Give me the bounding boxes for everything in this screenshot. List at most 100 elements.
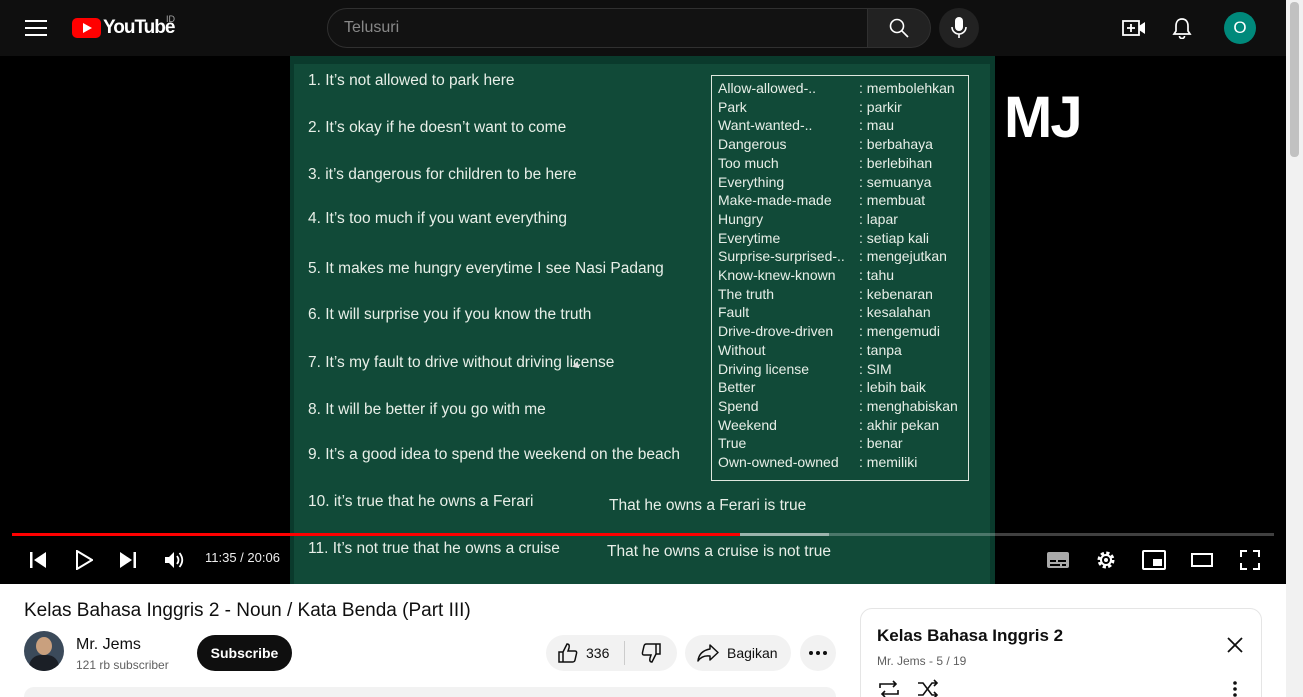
vocab-row: Hungry: lapar	[718, 211, 964, 229]
close-playlist-button[interactable]	[1215, 633, 1255, 657]
vocab-en: Without	[718, 341, 766, 358]
vocab-id: : lapar	[859, 210, 898, 227]
playlist-title[interactable]: Kelas Bahasa Inggris 2	[877, 626, 1063, 646]
rewrite-1: That he owns a Ferari is true	[609, 497, 807, 514]
search-input[interactable]	[344, 9, 844, 47]
search-icon	[889, 18, 909, 38]
rewrite-2: That he owns a cruise is not true	[607, 543, 832, 560]
sentence-9: 9. It’s a good idea to spend the weekend…	[308, 446, 680, 463]
search-button[interactable]	[867, 8, 931, 48]
vocab-row: Allow-allowed-..: membolehkan	[718, 80, 964, 98]
blackboard: 1. It’s not allowed to park here 2. It’s…	[294, 64, 990, 584]
vocab-row: Dangerous: berbahaya	[718, 136, 964, 154]
like-count: 336	[586, 645, 610, 661]
vocab-row: Own-owned-owned: memiliki	[718, 454, 964, 472]
share-label: Bagikan	[727, 645, 778, 661]
page-scrollbar[interactable]	[1286, 0, 1303, 697]
vocab-id: : berlebihan	[859, 154, 933, 171]
dislike-button[interactable]	[625, 635, 677, 671]
sentence-3: 3. it’s dangerous for children to be her…	[308, 166, 577, 183]
vocab-id: : mau	[859, 117, 895, 134]
vocab-en: Own-owned-owned	[718, 454, 839, 470]
vocab-en: Surprise-surprised-..	[718, 248, 845, 265]
channel-name[interactable]: Mr. Jems	[76, 636, 141, 654]
search-box	[327, 8, 868, 48]
miniplayer-icon	[1142, 550, 1166, 570]
close-icon	[1227, 637, 1243, 653]
vocab-id: : mengejutkan	[859, 248, 947, 265]
vocab-id: : benar	[859, 435, 903, 452]
playlist-panel: Kelas Bahasa Inggris 2 Mr. Jems - 5 / 19	[860, 608, 1262, 697]
fullscreen-icon	[1240, 550, 1260, 570]
region-code: ID	[166, 14, 175, 24]
youtube-watch-page: YouTube ID O 1. It’s not allowed to park…	[0, 0, 1303, 697]
vocab-row: Want-wanted-..: mau	[718, 117, 964, 135]
time-display: 11:35 / 20:06	[205, 550, 280, 565]
vocab-id: : kebenaran	[859, 285, 933, 302]
description-box[interactable]	[24, 687, 836, 697]
previous-button[interactable]	[18, 540, 58, 580]
vocab-en: Everything	[718, 173, 785, 190]
like-button[interactable]: 336	[546, 635, 624, 671]
vocab-row: The truth: kebenaran	[718, 286, 964, 304]
vocab-row: Make-made-made: membuat	[718, 192, 964, 210]
sentence-10: 10. it’s true that he owns a Ferari	[308, 493, 534, 510]
loop-playlist-button[interactable]	[877, 679, 901, 697]
playlist-more-button[interactable]	[1225, 679, 1245, 697]
thumbs-up-icon	[558, 643, 578, 663]
sentence-1: 1. It’s not allowed to park here	[308, 72, 515, 89]
video-player[interactable]: 1. It’s not allowed to park here 2. It’s…	[0, 56, 1286, 584]
more-actions-button[interactable]	[800, 635, 836, 671]
watch-metadata: Kelas Bahasa Inggris 2 - Noun / Kata Ben…	[0, 584, 1286, 697]
youtube-play-logo-icon	[72, 18, 101, 38]
fullscreen-button[interactable]	[1230, 540, 1270, 580]
play-icon	[76, 550, 93, 570]
youtube-logo[interactable]: YouTube	[72, 17, 175, 39]
vocab-row: Too much: berlebihan	[718, 155, 964, 173]
vocab-row: Fault: kesalahan	[718, 304, 964, 322]
subscriber-count: 121 rb subscriber	[76, 658, 169, 672]
next-button[interactable]	[108, 540, 148, 580]
notifications-button[interactable]	[1162, 8, 1202, 48]
shuffle-playlist-button[interactable]	[917, 679, 941, 697]
skip-previous-icon	[30, 552, 46, 568]
sentence-4: 4. It’s too much if you want everything	[308, 210, 568, 227]
guide-menu-icon[interactable]	[16, 8, 56, 48]
subtitles-button[interactable]	[1038, 540, 1078, 580]
channel-avatar[interactable]	[24, 631, 64, 671]
share-button[interactable]: Bagikan	[685, 635, 791, 671]
vocab-en: Know-knew-known	[718, 267, 836, 283]
settings-button[interactable]	[1086, 540, 1126, 580]
vocab-en: Drive-drove-driven	[718, 323, 834, 340]
vocab-en: Weekend	[718, 416, 777, 433]
vocab-row: Everything: semuanya	[718, 174, 964, 192]
vocab-id: : akhir pekan	[859, 416, 940, 433]
vocab-id: : membolehkan	[859, 80, 955, 96]
voice-search-button[interactable]	[939, 8, 979, 48]
vocab-id: : tanpa	[859, 341, 902, 358]
vocab-id: : membuat	[859, 192, 926, 209]
progress-played	[12, 533, 741, 536]
subscribe-button[interactable]: Subscribe	[197, 635, 292, 671]
vocab-en: Fault	[718, 304, 750, 321]
mute-button[interactable]	[155, 540, 195, 580]
thumbs-down-icon	[641, 643, 661, 663]
vocab-row: True: benar	[718, 435, 964, 453]
vocab-row: Everytime: setiap kali	[718, 230, 964, 248]
microphone-icon	[951, 17, 967, 38]
vocab-row: Surprise-surprised-.. : mengejutkan	[718, 248, 964, 266]
vocab-id: : menghabiskan	[859, 397, 958, 414]
sentence-7: 7. It’s my fault to drive without drivin…	[308, 354, 615, 371]
account-avatar[interactable]: O	[1224, 12, 1256, 44]
progress-bar[interactable]	[12, 533, 1274, 536]
subtitles-icon	[1047, 552, 1069, 568]
miniplayer-button[interactable]	[1134, 540, 1174, 580]
play-button[interactable]	[64, 540, 104, 580]
sentence-8: 8. It will be better if you go with me	[308, 401, 546, 418]
theater-mode-button[interactable]	[1182, 540, 1222, 580]
volume-icon	[165, 552, 184, 568]
scrollbar-thumb[interactable]	[1290, 2, 1299, 157]
sentence-5: 5. It makes me hungry everytime I see Na…	[308, 260, 664, 277]
gear-icon	[1097, 551, 1115, 569]
create-button[interactable]	[1114, 8, 1154, 48]
